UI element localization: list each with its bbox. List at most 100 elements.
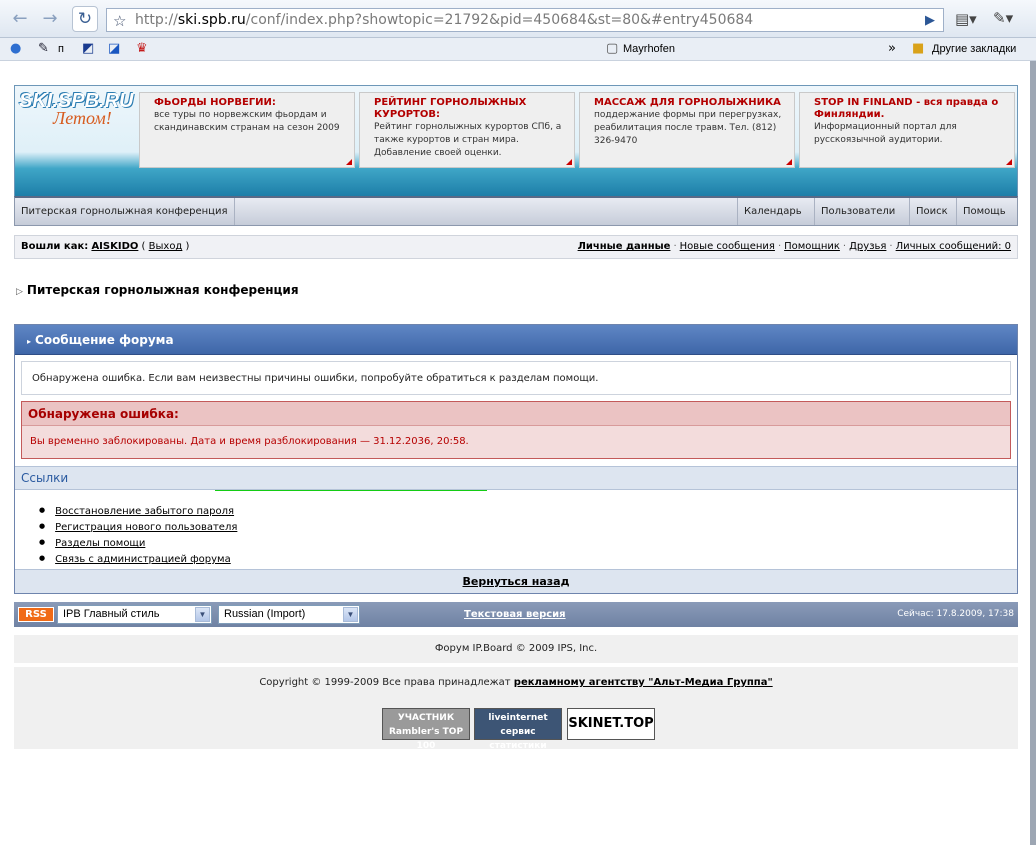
back-icon[interactable]: ← — [8, 7, 32, 31]
message-header-text: Сообщение форума — [35, 333, 174, 347]
go-back-link[interactable]: Вернуться назад — [463, 575, 570, 588]
contact-admin-link[interactable]: Связь с администрацией форума — [55, 554, 231, 565]
help-links: Восстановление забытого пароля Регистрац… — [39, 503, 237, 567]
page: SKI.SPB.RU Летом! ФЬОРДЫ НОРВЕГИИ: все т… — [0, 61, 1036, 845]
reload-icon[interactable]: ↻ — [72, 6, 98, 32]
ad-text: Информационный портал для русскоязычной … — [814, 122, 957, 145]
menu-calendar[interactable]: Календарь — [737, 198, 808, 225]
assistant-link[interactable]: Помощник — [784, 241, 840, 252]
language-select[interactable]: Russian (Import) ▼ — [218, 605, 360, 624]
ad-text: Рейтинг горнолыжных курортов СПб, а такж… — [374, 122, 562, 158]
style-select-value: IPB Главный стиль — [63, 608, 160, 620]
chevron-right-icon[interactable]: » — [888, 41, 896, 56]
message-box: ▸ Сообщение форума Обнаружена ошибка. Есл… — [14, 324, 1018, 594]
forward-icon[interactable]: → — [38, 7, 62, 31]
wrench-icon[interactable]: ✎▾ — [993, 9, 1013, 27]
username-link[interactable]: AISKIDO — [91, 241, 138, 252]
list-item: Регистрация нового пользователя — [39, 519, 237, 535]
bookmark-icon[interactable]: ◪ — [108, 41, 120, 56]
chevron-down-icon[interactable]: ▼ — [195, 607, 210, 622]
corner-icon — [786, 159, 792, 165]
user-links: Личные данные · Новые сообщения · Помощник · Д… — [577, 241, 1011, 252]
menu-help[interactable]: Помощь — [956, 198, 1012, 225]
url-prefix: http:// — [135, 12, 178, 28]
bookmark-icon[interactable]: ✎ — [38, 41, 49, 56]
menu-home[interactable]: Питерская горнолыжная конференция — [15, 198, 235, 225]
triangle-right-icon: ▸ — [27, 337, 32, 346]
ad-box[interactable]: МАССАЖ ДЛЯ ГОРНОЛЫЖНИКА поддержание форм… — [579, 92, 795, 168]
info-text: Обнаружена ошибка. Если вам неизвестны п… — [21, 361, 1011, 395]
copyright-line: Copyright © 1999-2009 Все права принадле… — [14, 677, 1018, 688]
ad-title: МАССАЖ ДЛЯ ГОРНОЛЫЖНИКА — [594, 97, 781, 108]
ad-box[interactable]: STOP IN FINLAND - вся правда о Финляндии… — [799, 92, 1015, 168]
ad-box[interactable]: ФЬОРДЫ НОРВЕГИИ: все туры по норвежским … — [139, 92, 355, 168]
footer-bar: RSS IPB Главный стиль ▼ Russian (Import)… — [14, 602, 1018, 627]
list-item: Восстановление забытого пароля — [39, 503, 237, 519]
skinet-counter[interactable]: SKINET.TOP — [567, 708, 655, 740]
corner-icon — [346, 159, 352, 165]
powered-by: Форум IP.Board © 2009 IPS, Inc. — [14, 635, 1018, 663]
bookmark-item[interactable]: Mayrhofen — [623, 43, 675, 55]
menu-search[interactable]: Поиск — [909, 198, 954, 225]
ad-text: поддержание формы при перегрузках, реаби… — [594, 110, 782, 146]
links-title: Ссылки — [15, 466, 1017, 490]
page-icon: ▢ — [606, 41, 619, 56]
ad-title: ФЬОРДЫ НОРВЕГИИ: — [154, 97, 276, 108]
bookmark-icon[interactable]: ● — [10, 41, 21, 56]
url-host: ski.spb.ru — [177, 12, 246, 28]
breadcrumb: ▷ Питерская горнолыжная конференция — [16, 283, 299, 297]
new-posts-link[interactable]: Новые сообщения — [680, 241, 775, 252]
style-select[interactable]: IPB Главный стиль ▼ — [57, 605, 212, 624]
rambler-counter[interactable]: УЧАСТНИК Rambler's TOP 100 — [382, 708, 470, 751]
address-bar[interactable]: ☆ http://ski.spb.ru/conf/index.php?showto… — [106, 8, 944, 32]
profile-link[interactable]: Личные данные — [578, 241, 671, 252]
logout-link[interactable]: Выход — [149, 241, 183, 252]
bookmark-icon[interactable]: ♛ — [136, 41, 148, 56]
bookmarks-bar: ● ✎ п ◩ ◪ ♛ ▢ Mayrhofen » ■ Другие закла… — [0, 38, 1036, 61]
language-select-value: Russian (Import) — [224, 608, 306, 620]
register-link[interactable]: Регистрация нового пользователя — [55, 522, 237, 533]
private-messages-link[interactable]: Личных сообщений: 0 — [896, 241, 1011, 252]
text-version-link[interactable]: Текстовая версия — [464, 602, 566, 627]
rss-button[interactable]: RSS — [18, 607, 54, 622]
ad-title: РЕЙТИНГ ГОРНОЛЫЖНЫХ КУРОРТОВ: — [374, 97, 527, 120]
ad-title: STOP IN FINLAND - вся правда о Финляндии… — [814, 97, 999, 120]
friends-link[interactable]: Друзья — [849, 241, 886, 252]
copyright-block: Copyright © 1999-2009 Все права принадле… — [14, 667, 1018, 751]
browser-toolbar: ← → ↻ ☆ http://ski.spb.ru/conf/index.php?… — [0, 0, 1036, 38]
go-icon[interactable]: ▶ — [925, 10, 935, 31]
agency-link[interactable]: рекламному агентству "Альт-Медиа Группа" — [514, 677, 773, 688]
main-menu: Питерская горнолыжная конференция Календ… — [14, 196, 1018, 226]
bookmark-icon[interactable]: ◩ — [82, 41, 94, 56]
breadcrumb-link[interactable]: Питерская горнолыжная конференция — [27, 283, 299, 297]
copyright-text: Copyright © 1999-2009 Все права принадле… — [259, 677, 511, 688]
folder-icon: ■ — [912, 41, 925, 56]
menu-users[interactable]: Пользователи — [814, 198, 901, 225]
liveinternet-counter[interactable]: liveinternet сервис статистики — [474, 708, 562, 751]
help-sections-link[interactable]: Разделы помощи — [55, 538, 145, 549]
logged-as-label: Вошли как: — [21, 241, 89, 252]
recover-password-link[interactable]: Восстановление забытого пароля — [55, 506, 234, 517]
banner: SKI.SPB.RU Летом! ФЬОРДЫ НОРВЕГИИ: все т… — [14, 85, 1018, 197]
list-item: Разделы помощи — [39, 535, 237, 551]
error-text: Вы временно заблокированы. Дата и время … — [30, 436, 469, 447]
error-panel: Обнаружена ошибка: Вы временно заблокиро… — [21, 401, 1011, 491]
triangle-right-icon: ▷ — [16, 287, 23, 297]
bookmark-item[interactable]: п — [58, 43, 64, 55]
ad-box[interactable]: РЕЙТИНГ ГОРНОЛЫЖНЫХ КУРОРТОВ: Рейтинг го… — [359, 92, 575, 168]
back-bar: Вернуться назад — [15, 569, 1017, 593]
message-box-title: ▸ Сообщение форума — [15, 325, 1017, 355]
bookmark-item[interactable]: Другие закладки — [932, 43, 1016, 55]
corner-icon — [566, 159, 572, 165]
star-icon[interactable]: ☆ — [113, 10, 126, 31]
url-rest: /conf/index.php?showtopic=21792&pid=4506… — [245, 12, 754, 28]
chevron-down-icon[interactable]: ▼ — [343, 607, 358, 622]
user-bar: Вошли как: AISKIDO ( Выход ) Личные данн… — [14, 235, 1018, 259]
site-logo-tagline: Летом! — [53, 108, 112, 128]
list-item: Связь с администрацией форума — [39, 551, 237, 567]
current-time: Сейчас: 17.8.2009, 17:38 — [897, 609, 1014, 619]
error-title: Обнаружена ошибка: — [22, 402, 1010, 426]
ad-text: все туры по норвежским фьордам и скандин… — [154, 110, 340, 133]
page-menu-icon[interactable]: ▤▾ — [955, 10, 977, 28]
corner-icon — [1006, 159, 1012, 165]
